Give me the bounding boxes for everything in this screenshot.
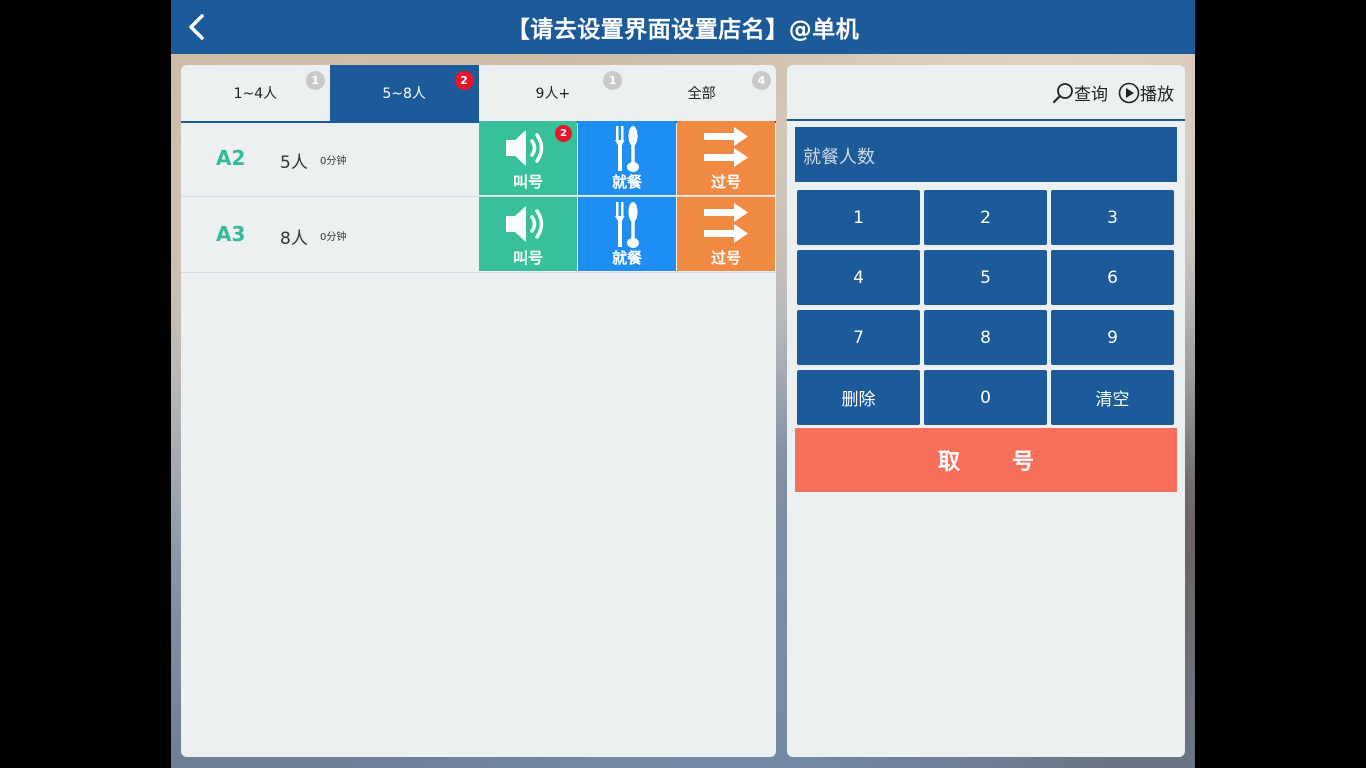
page-title: 【请去设置界面设置店名】@单机	[506, 17, 860, 43]
group-tabs: 1~4人 1 5~8人 2 9人+ 1 全部 4	[181, 65, 776, 123]
key-3[interactable]: 3	[1051, 190, 1174, 245]
queue-list: A2 5人 0分钟 2 叫号 就餐 过号 A3 8人 0分钟 叫号 就餐 过号	[181, 121, 776, 273]
queue-row: A2 5人 0分钟 2 叫号 就餐 过号	[181, 121, 776, 197]
search-icon	[1053, 82, 1073, 103]
key-9[interactable]: 9	[1051, 310, 1174, 365]
diners-count-input[interactable]: 就餐人数	[795, 127, 1177, 182]
tab-9-plus[interactable]: 9人+ 1	[479, 65, 628, 121]
skip-button[interactable]: 过号	[677, 121, 775, 195]
tab-label: 9人+	[535, 86, 571, 102]
call-button[interactable]: 叫号	[479, 197, 577, 271]
tab-1-4[interactable]: 1~4人 1	[181, 65, 330, 121]
count-badge: 1	[305, 71, 325, 90]
back-button[interactable]	[183, 13, 211, 41]
key-5[interactable]: 5	[924, 250, 1047, 305]
key-4[interactable]: 4	[797, 250, 920, 305]
query-button[interactable]: 查询	[1052, 80, 1108, 105]
row-actions: 2 叫号 就餐 过号	[479, 121, 776, 195]
tab-all[interactable]: 全部 4	[627, 65, 776, 121]
count-badge: 1	[603, 71, 623, 90]
fork-spoon-icon	[615, 126, 639, 172]
key-7[interactable]: 7	[797, 310, 920, 365]
play-label: 播放	[1140, 85, 1174, 105]
key-delete[interactable]: 删除	[797, 370, 920, 425]
queue-panel: 1~4人 1 5~8人 2 9人+ 1 全部 4 A2 5人 0分钟 2 叫号 …	[181, 65, 776, 757]
ticket-code: A3	[216, 222, 246, 246]
double-arrow-right-icon	[704, 203, 748, 243]
app-window: 【请去设置界面设置店名】@单机 1~4人 1 5~8人 2 9人+ 1 全部 4	[171, 0, 1195, 768]
dine-label: 就餐	[611, 173, 642, 191]
wait-time: 0分钟	[320, 232, 347, 243]
skip-label: 过号	[710, 249, 741, 267]
chevron-left-icon	[189, 14, 204, 40]
call-count-badge: 2	[555, 125, 572, 142]
count-badge: 2	[454, 71, 474, 90]
skip-button[interactable]: 过号	[677, 197, 775, 271]
dine-button[interactable]: 就餐	[578, 197, 676, 271]
wait-time: 0分钟	[320, 156, 347, 167]
dine-button[interactable]: 就餐	[578, 121, 676, 195]
double-arrow-right-icon	[704, 127, 748, 167]
speaker-icon	[506, 206, 544, 242]
skip-label: 过号	[710, 173, 741, 191]
call-button[interactable]: 2 叫号	[479, 121, 577, 195]
key-6[interactable]: 6	[1051, 250, 1174, 305]
tab-5-8[interactable]: 5~8人 2	[329, 65, 479, 121]
tool-bar: 查询 播放	[787, 65, 1185, 121]
query-label: 查询	[1074, 85, 1108, 105]
party-size: 8人	[280, 229, 308, 249]
fork-spoon-icon	[615, 202, 639, 248]
title-bar: 【请去设置界面设置店名】@单机	[171, 0, 1195, 54]
party-size: 5人	[280, 153, 308, 173]
key-2[interactable]: 2	[924, 190, 1047, 245]
count-badge: 4	[752, 71, 771, 90]
ticket-code: A2	[216, 146, 246, 170]
key-8[interactable]: 8	[924, 310, 1047, 365]
key-0[interactable]: 0	[924, 370, 1047, 425]
key-clear[interactable]: 清空	[1051, 370, 1174, 425]
call-label: 叫号	[512, 249, 543, 267]
tab-label: 5~8人	[382, 86, 426, 102]
call-label: 叫号	[512, 173, 543, 191]
tab-label: 全部	[687, 86, 716, 102]
take-number-button[interactable]: 取号	[795, 428, 1177, 492]
speaker-icon	[506, 130, 544, 166]
queue-row: A3 8人 0分钟 叫号 就餐 过号	[181, 197, 776, 273]
dine-label: 就餐	[611, 249, 642, 267]
row-actions: 叫号 就餐 过号	[479, 197, 776, 271]
ticket-panel: 查询 播放 就餐人数 1 2 3 4 5 6 7 8 9 删除 0 清空 取号	[787, 65, 1185, 757]
play-button[interactable]: 播放	[1118, 80, 1174, 105]
tab-label: 1~4人	[233, 86, 278, 102]
play-icon	[1118, 82, 1140, 103]
key-1[interactable]: 1	[797, 190, 920, 245]
